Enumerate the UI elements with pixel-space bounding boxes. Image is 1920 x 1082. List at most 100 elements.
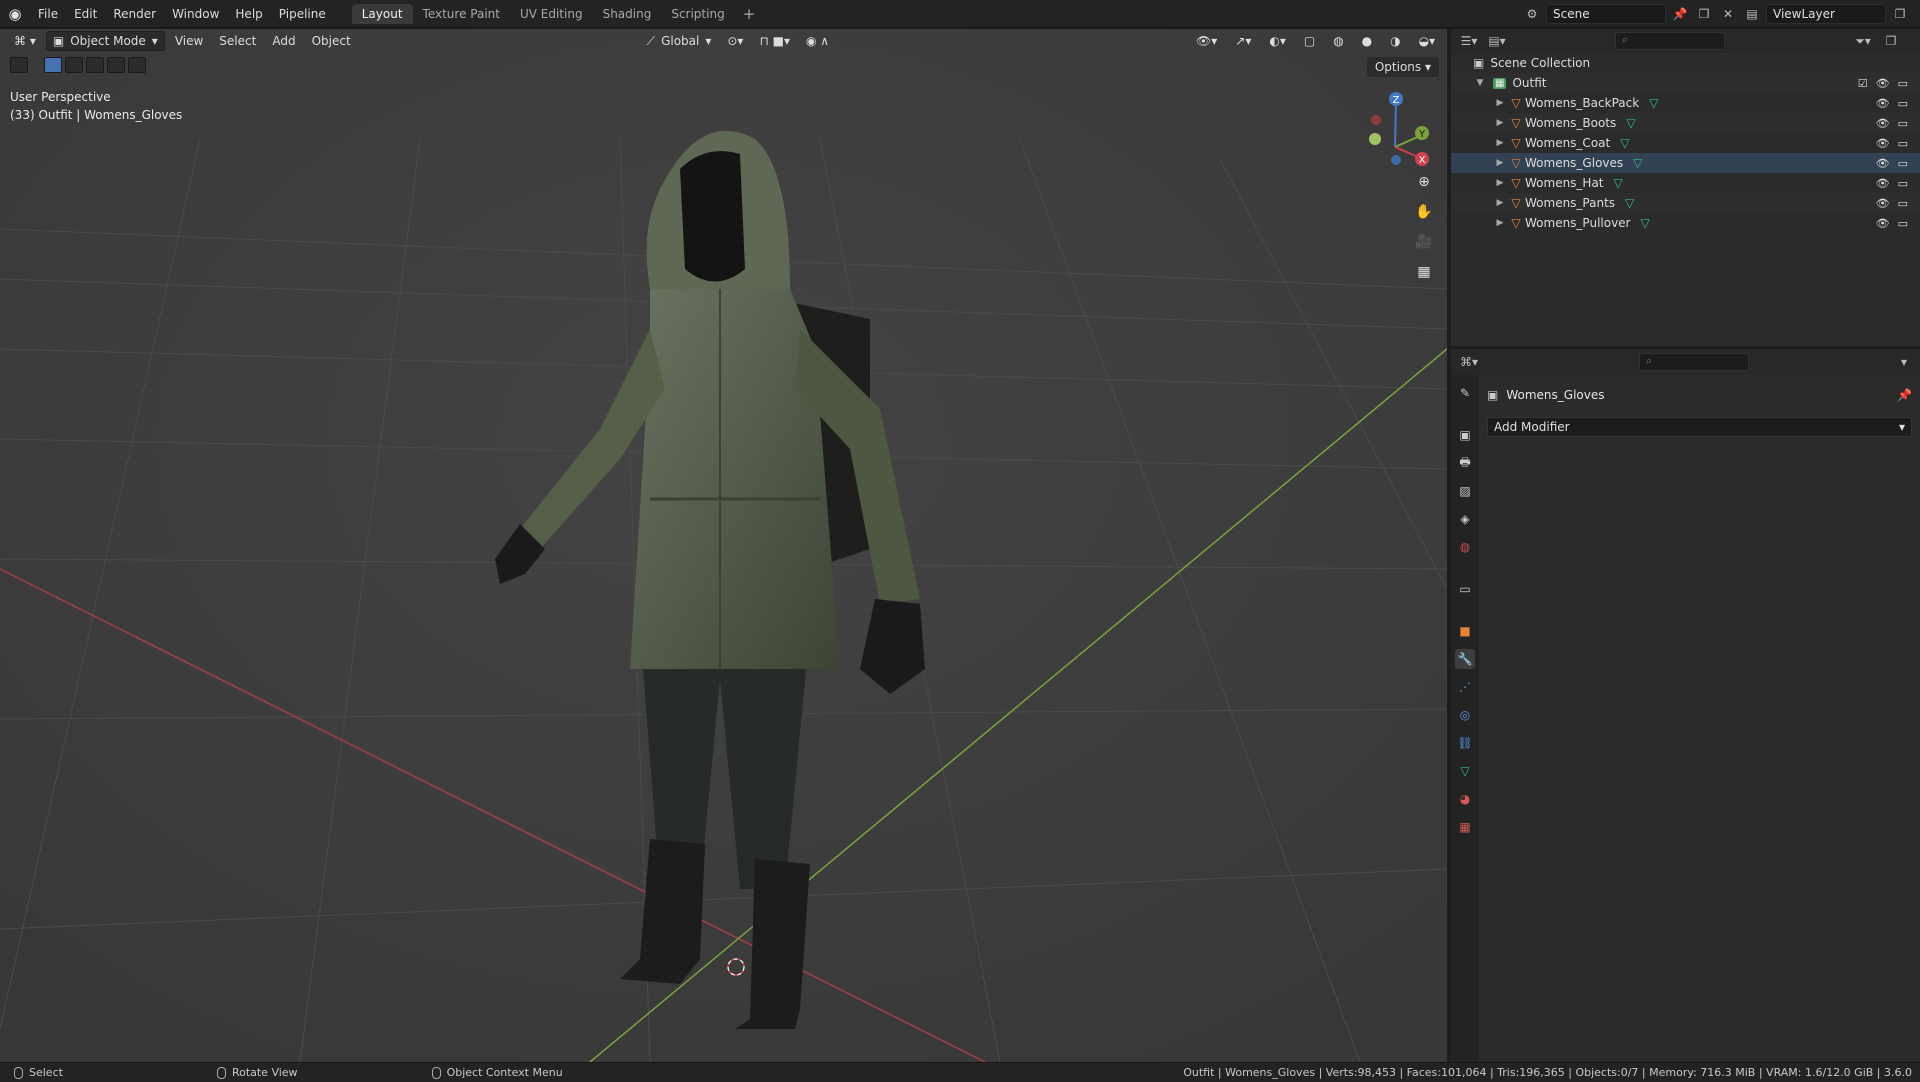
menu-view[interactable]: View	[169, 31, 209, 51]
texture-tab-icon[interactable]: ▦	[1455, 817, 1475, 837]
outliner-object-row[interactable]: ▶ ▽ Womens_BackPack ▽ 👁 ▭	[1451, 93, 1920, 113]
collapse-icon[interactable]: ▼	[1473, 78, 1487, 88]
select-subtract-icon[interactable]	[86, 57, 104, 73]
scene-name-field[interactable]: Scene	[1546, 4, 1666, 24]
menu-edit[interactable]: Edit	[66, 0, 105, 28]
mesh-data-icon[interactable]: ▽	[1614, 176, 1623, 190]
eye-icon[interactable]: 👁	[1876, 197, 1890, 210]
select-intersect-icon[interactable]	[128, 57, 146, 73]
tab-uv-editing[interactable]: UV Editing	[510, 4, 593, 24]
transform-orientation-dropdown[interactable]: ⟋ Global ▾	[641, 31, 718, 51]
menu-help[interactable]: Help	[227, 0, 270, 28]
output-tab-icon[interactable]: 🖶	[1455, 453, 1475, 473]
menu-pipeline[interactable]: Pipeline	[271, 0, 334, 28]
select-extend-icon[interactable]	[65, 57, 83, 73]
mesh-data-icon[interactable]: ▽	[1620, 136, 1629, 150]
chevron-down-icon[interactable]: ▾	[1894, 352, 1914, 372]
checkbox-icon[interactable]: ☑	[1858, 77, 1868, 90]
eye-icon[interactable]: 👁	[1876, 157, 1890, 170]
camera-icon[interactable]: 🎥	[1411, 231, 1437, 253]
monitor-icon[interactable]: ▭	[1898, 117, 1908, 130]
render-tab-icon[interactable]: ▣	[1455, 425, 1475, 445]
zoom-icon[interactable]: ⊕	[1411, 171, 1437, 193]
view-layer-field[interactable]: ViewLayer	[1766, 4, 1886, 24]
blender-logo-icon[interactable]: ◉	[0, 0, 30, 28]
scene-tab-icon[interactable]: ◈	[1455, 509, 1475, 529]
eye-icon[interactable]: 👁	[1876, 217, 1890, 230]
eye-icon[interactable]: 👁	[1876, 137, 1890, 150]
menu-select[interactable]: Select	[213, 31, 262, 51]
physics-tab-icon[interactable]: ◎	[1455, 705, 1475, 725]
collection-tab-icon[interactable]: ▭	[1455, 579, 1475, 599]
3d-viewport[interactable]: Z Y X ⌘ ▾ ▣ Object Mode ▾ View Select Add …	[0, 29, 1447, 1062]
expand-icon[interactable]: ▶	[1493, 118, 1507, 128]
tab-layout[interactable]: Layout	[351, 3, 413, 24]
delete-scene-icon[interactable]: ✕	[1718, 4, 1738, 24]
delete-view-layer-icon[interactable]: ✕	[1914, 4, 1920, 24]
mesh-data-icon[interactable]: ▽	[1633, 156, 1642, 170]
select-new-icon[interactable]	[44, 57, 62, 73]
new-view-layer-icon[interactable]: ❐	[1890, 4, 1910, 24]
gizmo-toggle-icon[interactable]: ↗▾	[1229, 31, 1257, 51]
scene-collection-row[interactable]: ▣ Scene Collection	[1451, 53, 1920, 73]
menu-add[interactable]: Add	[266, 31, 301, 51]
pin-icon[interactable]: 📌	[1670, 4, 1690, 24]
outliner-object-row[interactable]: ▶ ▽ Womens_Gloves ▽ 👁 ▭	[1451, 153, 1920, 173]
expand-icon[interactable]: ▶	[1493, 98, 1507, 108]
mesh-data-icon[interactable]: ▽	[1626, 116, 1635, 130]
object-tab-icon[interactable]: ■	[1455, 621, 1475, 641]
data-tab-icon[interactable]: ▽	[1455, 761, 1475, 781]
tab-scripting[interactable]: Scripting	[661, 4, 734, 24]
mesh-data-icon[interactable]: ▽	[1625, 196, 1634, 210]
tool-tab-icon[interactable]: ✎	[1455, 383, 1475, 403]
editor-type-button[interactable]: ⌘ ▾	[8, 31, 42, 51]
snap-icon[interactable]: ⊓ ■▾	[753, 31, 796, 51]
overlay-toggle-icon[interactable]: ◐▾	[1263, 31, 1292, 51]
modifiers-tab-icon[interactable]: 🔧	[1455, 649, 1475, 669]
properties-search-input[interactable]: ⌕	[1639, 353, 1749, 371]
outliner-object-row[interactable]: ▶ ▽ Womens_Boots ▽ 👁 ▭	[1451, 113, 1920, 133]
options-dropdown[interactable]: Options ▾	[1366, 57, 1439, 77]
visibility-icon[interactable]: 👁▾	[1190, 31, 1223, 51]
expand-icon[interactable]: ▶	[1493, 138, 1507, 148]
menu-file[interactable]: File	[30, 0, 66, 28]
add-modifier-dropdown[interactable]: Add Modifier ▾	[1487, 417, 1912, 437]
eye-icon[interactable]: 👁	[1876, 117, 1890, 130]
add-workspace-button[interactable]: +	[735, 5, 764, 23]
xray-toggle-icon[interactable]: ▢	[1298, 31, 1321, 51]
editor-type-icon[interactable]: ⌘▾	[1459, 352, 1479, 372]
outliner-object-row[interactable]: ▶ ▽ Womens_Pullover ▽ 👁 ▭	[1451, 213, 1920, 233]
constraints-tab-icon[interactable]: ⛓	[1455, 733, 1475, 753]
expand-icon[interactable]: ▶	[1493, 158, 1507, 168]
particles-tab-icon[interactable]: ⋰	[1455, 677, 1475, 697]
outliner-object-row[interactable]: ▶ ▽ Womens_Pants ▽ 👁 ▭	[1451, 193, 1920, 213]
monitor-icon[interactable]: ▭	[1898, 137, 1908, 150]
monitor-icon[interactable]: ▭	[1898, 217, 1908, 230]
new-scene-icon[interactable]: ❐	[1694, 4, 1714, 24]
wireframe-shading-icon[interactable]: ◍	[1327, 31, 1349, 51]
rendered-shading-icon[interactable]: ◒▾	[1413, 31, 1442, 51]
menu-window[interactable]: Window	[164, 0, 227, 28]
solid-shading-icon[interactable]: ●	[1356, 31, 1378, 51]
tab-texture-paint[interactable]: Texture Paint	[413, 4, 510, 24]
pivot-point-icon[interactable]: ⊙▾	[721, 31, 749, 51]
display-mode-icon[interactable]: ▤▾	[1487, 31, 1507, 51]
eye-icon[interactable]: 👁	[1876, 177, 1890, 190]
outliner-search-input[interactable]: ⌕	[1615, 32, 1725, 50]
pin-icon[interactable]: 📌	[1897, 388, 1912, 402]
menu-render[interactable]: Render	[105, 0, 164, 28]
material-tab-icon[interactable]: ◕	[1455, 789, 1475, 809]
view-layer-tab-icon[interactable]: ▨	[1455, 481, 1475, 501]
mode-dropdown[interactable]: ▣ Object Mode ▾	[45, 31, 165, 51]
tool-select-icon[interactable]	[10, 57, 28, 73]
world-tab-icon[interactable]: ◍	[1455, 537, 1475, 557]
scene-icon[interactable]: ⚙	[1522, 4, 1542, 24]
outliner-object-row[interactable]: ▶ ▽ Womens_Hat ▽ 👁 ▭	[1451, 173, 1920, 193]
material-shading-icon[interactable]: ◑	[1384, 31, 1406, 51]
new-collection-icon[interactable]: ❐	[1881, 31, 1901, 51]
monitor-icon[interactable]: ▭	[1898, 77, 1908, 90]
expand-icon[interactable]: ▶	[1493, 218, 1507, 228]
expand-icon[interactable]: ▶	[1493, 198, 1507, 208]
monitor-icon[interactable]: ▭	[1898, 97, 1908, 110]
monitor-icon[interactable]: ▭	[1898, 197, 1908, 210]
